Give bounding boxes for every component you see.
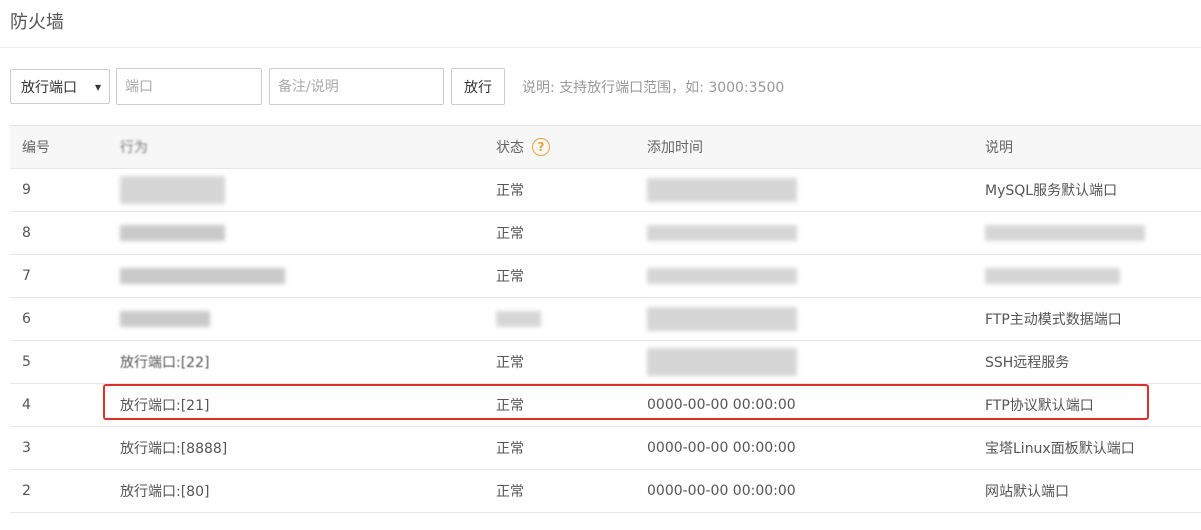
note-input[interactable] [269, 68, 444, 105]
firewall-toolbar: 放行端口 ▾ 放行 说明: 支持放行端口范围，如: 3000:3500 [10, 68, 784, 105]
cell-id: 6 [22, 311, 31, 327]
cell-desc-redacted [974, 268, 1201, 284]
cell-action-redacted [108, 268, 486, 284]
cell-desc: FTP主动模式数据端口 [985, 312, 1122, 328]
rule-type-select-value: 放行端口 [21, 79, 77, 96]
cell-time-redacted [637, 348, 974, 376]
cell-status: 正常 [496, 484, 524, 500]
cell-desc: 网站默认端口 [985, 484, 1069, 500]
cell-action: 放行端口:[8888] [120, 441, 228, 457]
cell-status: 正常 [496, 441, 524, 457]
cell-id: 3 [22, 440, 31, 456]
page-title: 防火墙 [10, 12, 64, 33]
cell-time-redacted [637, 307, 974, 331]
cell-desc: SSH远程服务 [985, 355, 1070, 371]
hint-text: 说明: 支持放行端口范围，如: 3000:3500 [522, 79, 785, 96]
table-row: 5 放行端口:[22] 正常 SSH远程服务 [10, 341, 1201, 384]
cell-status-redacted [486, 311, 637, 327]
cell-action: 放行端口:[22] [120, 355, 210, 371]
cell-action: 放行端口:[80] [120, 484, 210, 500]
firewall-rules-table: 编号 行为 状态 ? 添加时间 说明 9 正常 MySQL服务默认端口 8 正常… [10, 125, 1201, 513]
question-circle-icon[interactable]: ? [532, 138, 550, 156]
table-row: 8 正常 [10, 212, 1201, 255]
cell-time: 0000-00-00 00:00:00 [647, 440, 796, 456]
cell-status: 正常 [496, 269, 524, 285]
allow-port-button[interactable]: 放行 [451, 68, 505, 105]
cell-time-redacted [637, 225, 974, 241]
cell-status: 正常 [496, 183, 524, 199]
cell-id: 7 [22, 268, 31, 284]
cell-id: 2 [22, 483, 31, 499]
cell-desc-redacted [974, 225, 1201, 241]
header-status-label: 状态 [496, 140, 524, 156]
cell-action-redacted [108, 176, 486, 204]
cell-action-redacted [108, 225, 486, 241]
cell-time: 0000-00-00 00:00:00 [647, 483, 796, 499]
header-status: 状态 ? [486, 137, 637, 157]
chevron-down-icon: ▾ [94, 79, 101, 94]
header-time: 添加时间 [647, 140, 703, 156]
table-row: 7 正常 [10, 255, 1201, 298]
rule-type-select[interactable]: 放行端口 ▾ [10, 69, 110, 104]
cell-time-redacted [637, 178, 974, 202]
cell-id: 9 [22, 182, 31, 198]
title-divider [0, 47, 1201, 48]
cell-desc: MySQL服务默认端口 [985, 183, 1118, 199]
cell-id: 8 [22, 225, 31, 241]
table-row: 2 放行端口:[80] 正常 0000-00-00 00:00:00 网站默认端… [10, 470, 1201, 513]
table-header-row: 编号 行为 状态 ? 添加时间 说明 [10, 126, 1201, 169]
cell-action-redacted [108, 311, 486, 327]
table-row: 9 正常 MySQL服务默认端口 [10, 169, 1201, 212]
header-id: 编号 [22, 140, 50, 156]
cell-id: 4 [22, 397, 31, 413]
table-row: 3 放行端口:[8888] 正常 0000-00-00 00:00:00 宝塔L… [10, 427, 1201, 470]
cell-status: 正常 [496, 355, 524, 371]
header-desc: 说明 [985, 140, 1013, 156]
cell-status: 正常 [496, 226, 524, 242]
cell-desc: 宝塔Linux面板默认端口 [985, 441, 1135, 457]
header-action: 行为 [120, 140, 148, 156]
cell-id: 5 [22, 354, 31, 370]
port-input[interactable] [116, 68, 262, 105]
table-row: 6 FTP主动模式数据端口 [10, 298, 1201, 341]
highlight-box [103, 384, 1149, 420]
cell-time-redacted [637, 268, 974, 284]
